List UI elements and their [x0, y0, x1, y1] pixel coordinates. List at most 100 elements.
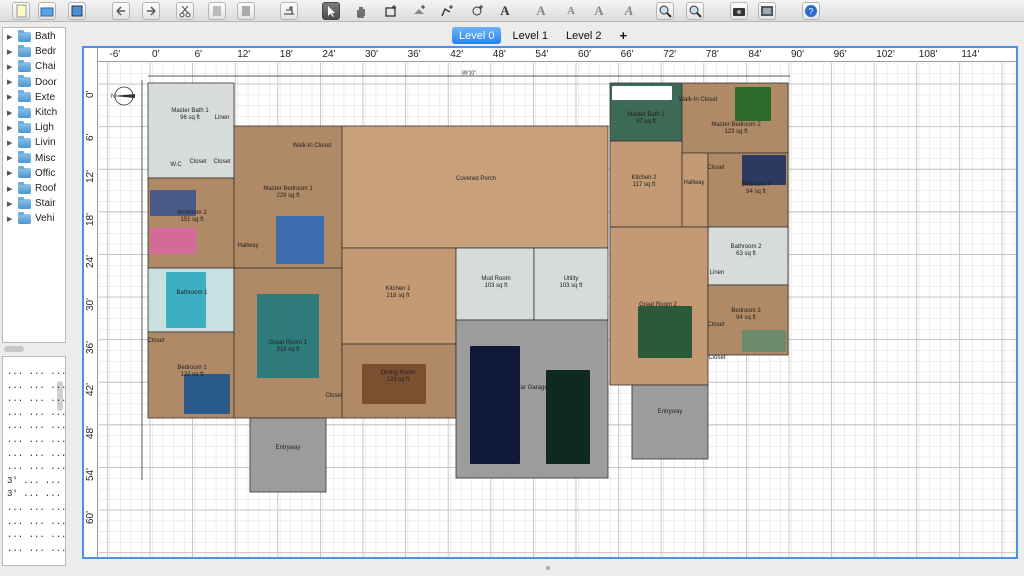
room-label[interactable]: Bathroom 2 63 sq ft	[730, 244, 761, 258]
furniture-row[interactable]: ... ... ... .	[7, 449, 65, 461]
catalog-category[interactable]: ▶ Roof	[3, 181, 65, 196]
room-label[interactable]: Great Room 2	[639, 302, 677, 309]
catalog-category[interactable]: ▶ Door	[3, 75, 65, 90]
disclosure-triangle-icon[interactable]: ▶	[3, 109, 13, 117]
catalog-category[interactable]: ▶ Misc	[3, 151, 65, 166]
room-label[interactable]: Utility 103 sq ft	[559, 276, 582, 290]
room-label[interactable]: Bathroom 1	[176, 290, 207, 297]
create-rooms-button[interactable]	[410, 2, 428, 20]
create-dimensions-button[interactable]	[468, 2, 486, 20]
create-photo-button[interactable]	[730, 2, 748, 20]
furniture-row[interactable]: ... ... ... .	[7, 544, 65, 556]
disclosure-triangle-icon[interactable]: ▶	[3, 185, 13, 193]
furniture-row[interactable]: ... ... ... .	[7, 503, 65, 515]
italic-text-button[interactable]: A	[620, 2, 638, 20]
room-label[interactable]: Closet	[213, 159, 230, 166]
paste-button[interactable]	[237, 2, 255, 20]
room-label[interactable]: Linen	[215, 115, 230, 122]
create-walls-button[interactable]	[382, 2, 400, 20]
zoom-in-button[interactable]	[656, 2, 674, 20]
select-mode-button[interactable]	[322, 2, 340, 20]
room-label[interactable]: Closet	[707, 165, 724, 172]
disclosure-triangle-icon[interactable]: ▶	[3, 48, 13, 56]
add-level-button[interactable]: +	[612, 27, 634, 44]
decrease-text-button[interactable]: A	[562, 2, 580, 20]
catalog-category[interactable]: ▶ Ligh	[3, 120, 65, 135]
save-button[interactable]	[68, 2, 86, 20]
room-label[interactable]: Closet	[189, 159, 206, 166]
room-label[interactable]: Closet	[325, 393, 342, 400]
help-button[interactable]: ?	[802, 2, 820, 20]
catalog-category[interactable]: ▶ Kitch	[3, 105, 65, 120]
furniture-row[interactable]: ... ... ... .	[7, 530, 65, 542]
room-label[interactable]: Master Bedroom 2 123 sq ft	[711, 122, 760, 136]
disclosure-triangle-icon[interactable]: ▶	[3, 63, 13, 71]
room-label[interactable]: Great Room 1 318 sq ft	[269, 340, 307, 354]
furniture-row[interactable]: 3' ... ... .	[7, 476, 65, 488]
disclosure-triangle-icon[interactable]: ▶	[3, 169, 13, 177]
room-label[interactable]: Closet	[147, 338, 164, 345]
room-label[interactable]: Walk-In Closet	[293, 143, 332, 150]
pan-mode-button[interactable]	[352, 2, 370, 20]
room-label[interactable]: Master Bath 2 97 sq ft	[627, 112, 664, 126]
catalog-category[interactable]: ▶ Offic	[3, 166, 65, 181]
disclosure-triangle-icon[interactable]: ▶	[3, 78, 13, 86]
disclosure-triangle-icon[interactable]: ▶	[3, 139, 13, 147]
disclosure-triangle-icon[interactable]: ▶	[3, 33, 13, 41]
furniture-row[interactable]: ... ... ... .	[7, 462, 65, 474]
room-label[interactable]: Bedroom 2 151 sq ft	[177, 210, 206, 224]
room-label[interactable]: Entryway	[658, 409, 683, 416]
room-label[interactable]: Hallway	[237, 243, 258, 250]
disclosure-triangle-icon[interactable]: ▶	[3, 215, 13, 223]
room-label[interactable]: Linen	[710, 270, 725, 277]
furniture-row[interactable]: ... ... ... .	[7, 517, 65, 529]
undo-button[interactable]	[112, 2, 130, 20]
add-text-button[interactable]: A	[496, 2, 514, 20]
furniture-row[interactable]: ... ... ... .	[7, 367, 65, 379]
tab-level-1[interactable]: Level 1	[505, 27, 554, 44]
room-label[interactable]: Hallway	[683, 180, 704, 187]
floor-plan-canvas[interactable]: 89'10" N	[99, 63, 1018, 559]
room-label[interactable]: Bedroom 4 94 sq ft	[741, 182, 770, 196]
room-label[interactable]: W.C	[170, 162, 181, 169]
room-label[interactable]: Car Garage	[516, 385, 547, 392]
catalog-category[interactable]: ▶ Bedr	[3, 44, 65, 59]
increase-text-button[interactable]: A	[532, 2, 550, 20]
room-label[interactable]: Kitchen 1 218 sq ft	[385, 286, 410, 300]
catalog-category[interactable]: ▶ Livin	[3, 135, 65, 150]
plan-view[interactable]: -6' 0' 6' 12' 18' 24' 30' 36' 42' 48' 54' 60' 66' 72'…	[82, 46, 1018, 559]
room-label[interactable]: Dining Room 123 sq ft	[381, 370, 416, 384]
room-label[interactable]: Master Bath 1 96 sq ft	[171, 108, 208, 122]
room-label[interactable]: Kitchen 2 117 sq ft	[631, 175, 656, 189]
furniture-row[interactable]: ... ... ... .	[7, 408, 65, 420]
catalog-category[interactable]: ▶ Stair	[3, 196, 65, 211]
catalog-category[interactable]: ▶ Vehi	[3, 211, 65, 226]
furniture-row[interactable]: ... ... ... .	[7, 381, 65, 393]
bold-text-button[interactable]: A	[590, 2, 608, 20]
catalog-category[interactable]: ▶ Bath	[3, 29, 65, 44]
furniture-row[interactable]: ... ... ... .	[7, 421, 65, 433]
furniture-row[interactable]: ... ... ... .	[7, 435, 65, 447]
catalog-category[interactable]: ▶ Chai	[3, 59, 65, 74]
copy-button[interactable]	[208, 2, 226, 20]
disclosure-triangle-icon[interactable]: ▶	[3, 124, 13, 132]
splitter-handle[interactable]	[546, 566, 550, 570]
tab-level-2[interactable]: Level 2	[559, 27, 608, 44]
add-furniture-button[interactable]	[280, 2, 298, 20]
room-label[interactable]: Walk-In Closet	[679, 97, 718, 104]
catalog-horizontal-scrollbar[interactable]	[4, 346, 24, 352]
disclosure-triangle-icon[interactable]: ▶	[3, 200, 13, 208]
furniture-row[interactable]: 3' ... ... .	[7, 489, 65, 501]
room-label[interactable]: Covered Porch	[456, 176, 496, 183]
room-label[interactable]: Mud Room 103 sq ft	[481, 276, 510, 290]
tab-level-0[interactable]: Level 0	[452, 27, 502, 44]
redo-button[interactable]	[142, 2, 160, 20]
room-label[interactable]: Closet	[708, 355, 725, 362]
create-polylines-button[interactable]	[438, 2, 456, 20]
new-home-button[interactable]	[12, 2, 30, 20]
cut-button[interactable]	[176, 2, 194, 20]
disclosure-triangle-icon[interactable]: ▶	[3, 93, 13, 101]
room-label[interactable]: Entryway	[276, 445, 301, 452]
furniture-row[interactable]: ... ... ... .	[7, 394, 65, 406]
zoom-out-button[interactable]	[686, 2, 704, 20]
